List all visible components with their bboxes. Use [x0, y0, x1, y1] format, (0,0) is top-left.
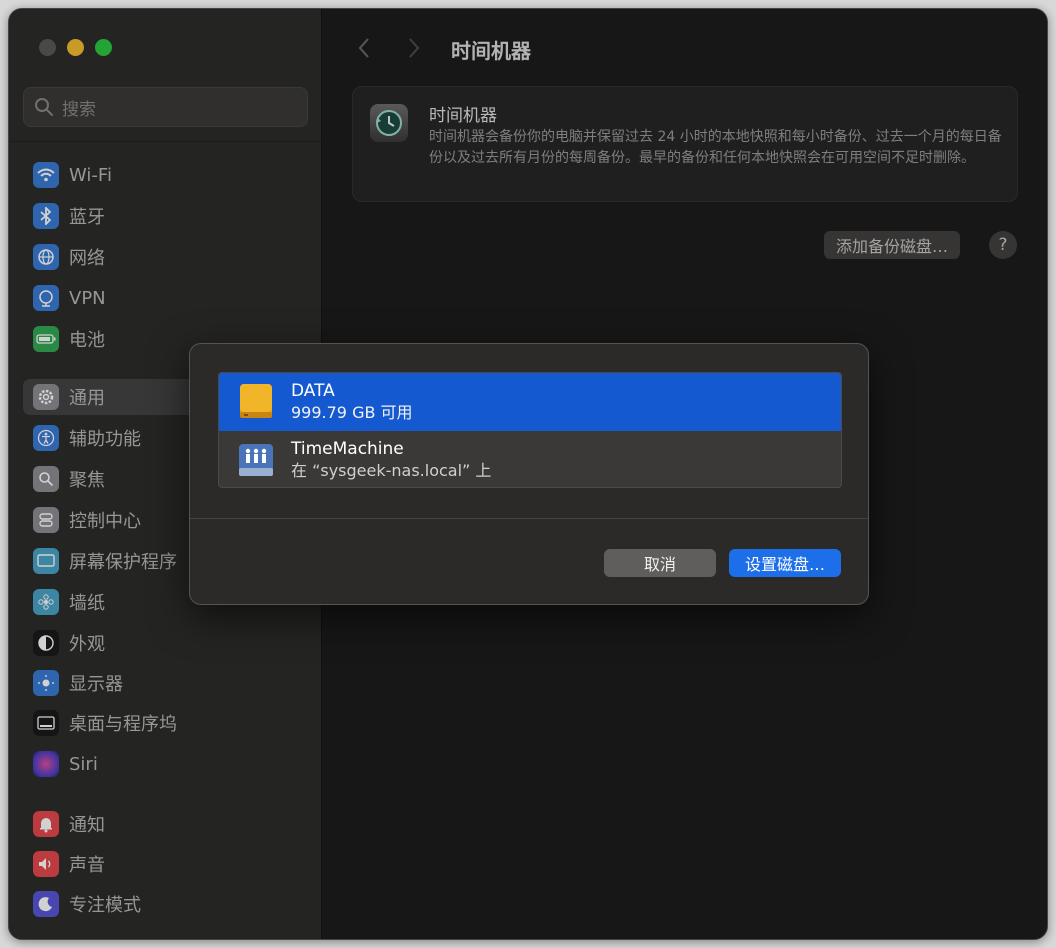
set-up-disk-button[interactable]: 设置磁盘…: [729, 549, 841, 577]
disk-row-data[interactable]: DATA 999.79 GB 可用: [219, 373, 841, 431]
disk-name: TimeMachine: [291, 439, 404, 459]
select-backup-disk-dialog: DATA 999.79 GB 可用 TimeMachine 在 “sysgeek…: [189, 343, 869, 605]
disk-detail: 在 “sysgeek-nas.local” 上: [291, 461, 492, 480]
disk-detail: 999.79 GB 可用: [291, 403, 413, 422]
dialog-divider: [190, 518, 868, 519]
system-settings-window: 搜索 Wi-Fi 蓝牙 网络 VPN 电池 通用 辅助功能 聚焦 控制中心 屏幕…: [8, 8, 1048, 940]
network-drive-icon: [239, 444, 273, 476]
disk-list: DATA 999.79 GB 可用 TimeMachine 在 “sysgeek…: [218, 372, 842, 488]
disk-row-timemachine[interactable]: TimeMachine 在 “sysgeek-nas.local” 上: [219, 431, 841, 487]
disk-name: DATA: [291, 381, 335, 401]
external-drive-icon: [240, 384, 272, 418]
cancel-button[interactable]: 取消: [604, 549, 716, 577]
